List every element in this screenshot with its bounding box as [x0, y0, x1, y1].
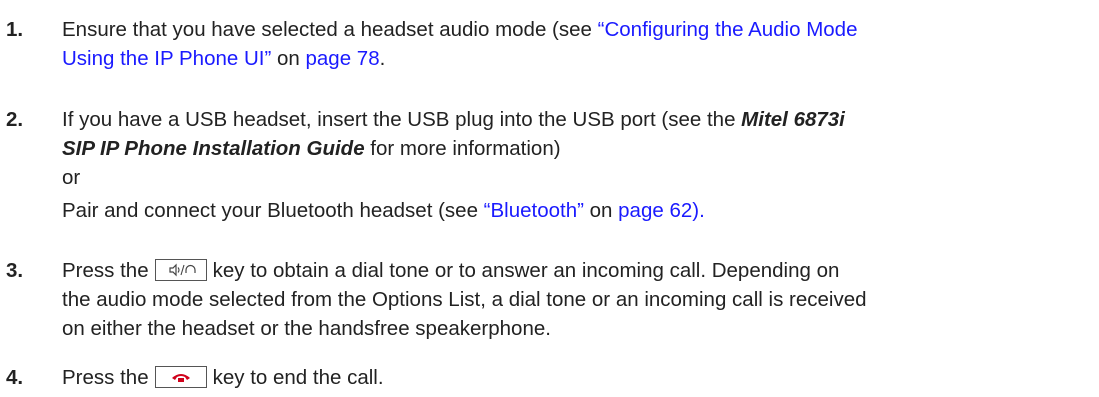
step-2-text-more-info: for more information)	[364, 137, 561, 160]
page-78-link[interactable]: page 78	[306, 47, 380, 70]
step-2-pair-text: Pair and connect your Bluetooth headset …	[62, 199, 484, 222]
step-2-or: or	[62, 166, 81, 189]
step-1-text: Ensure that you have selected a headset …	[62, 18, 598, 41]
guide-title-part-2: SIP IP Phone Installation Guide	[62, 137, 365, 160]
guide-title-part-1: Mitel 6873i	[741, 108, 845, 131]
step-4-press-text: Press the	[62, 366, 149, 389]
hang-up-key-icon	[171, 373, 190, 382]
step-2-text-on: on	[583, 199, 619, 222]
step-1-line-2: Using the IP Phone UI” on page 78.	[62, 45, 385, 73]
step-4-line-1: Press the key to end the call.	[62, 364, 384, 392]
step-3-line-1: Press the key to obtain a dial tone or to…	[62, 257, 839, 285]
step-2-line-1: If you have a USB headset, insert the US…	[62, 106, 845, 134]
speaker-headset-key-icon	[169, 263, 196, 277]
configuring-audio-mode-link-cont[interactable]: Using the IP Phone UI”	[62, 47, 271, 70]
bluetooth-link[interactable]: “Bluetooth”	[484, 199, 584, 222]
step-2-line-2: SIP IP Phone Installation Guide for more…	[62, 135, 561, 163]
configuring-audio-mode-link[interactable]: “Configuring the Audio Mode	[598, 18, 858, 41]
step-3-line-2: the audio mode selected from the Options…	[62, 288, 867, 311]
hang-up-key	[154, 365, 207, 388]
step-3-press-text: Press the	[62, 259, 149, 282]
step-4-number: 4.	[6, 366, 24, 389]
step-3-line-3: on either the headset or the handsfree s…	[62, 317, 551, 340]
step-1-line-1: Ensure that you have selected a headset …	[62, 16, 857, 44]
step-1-text-on: on	[271, 47, 306, 70]
page-62-link[interactable]: page 62).	[618, 199, 705, 222]
step-2-line-4: Pair and connect your Bluetooth headset …	[62, 197, 705, 225]
step-1-number: 1.	[6, 18, 24, 41]
step-2-number: 2.	[6, 108, 24, 131]
step-3-number: 3.	[6, 259, 24, 282]
step-3-text: key to obtain a dial tone or to answer a…	[212, 259, 840, 282]
speaker-headset-key	[154, 258, 207, 281]
step-1-text-end: .	[379, 47, 386, 70]
step-4-text: key to end the call.	[212, 366, 384, 389]
step-2-text: If you have a USB headset, insert the US…	[62, 108, 742, 131]
instruction-steps: 1. Ensure that you have selected a heads…	[0, 0, 1099, 397]
